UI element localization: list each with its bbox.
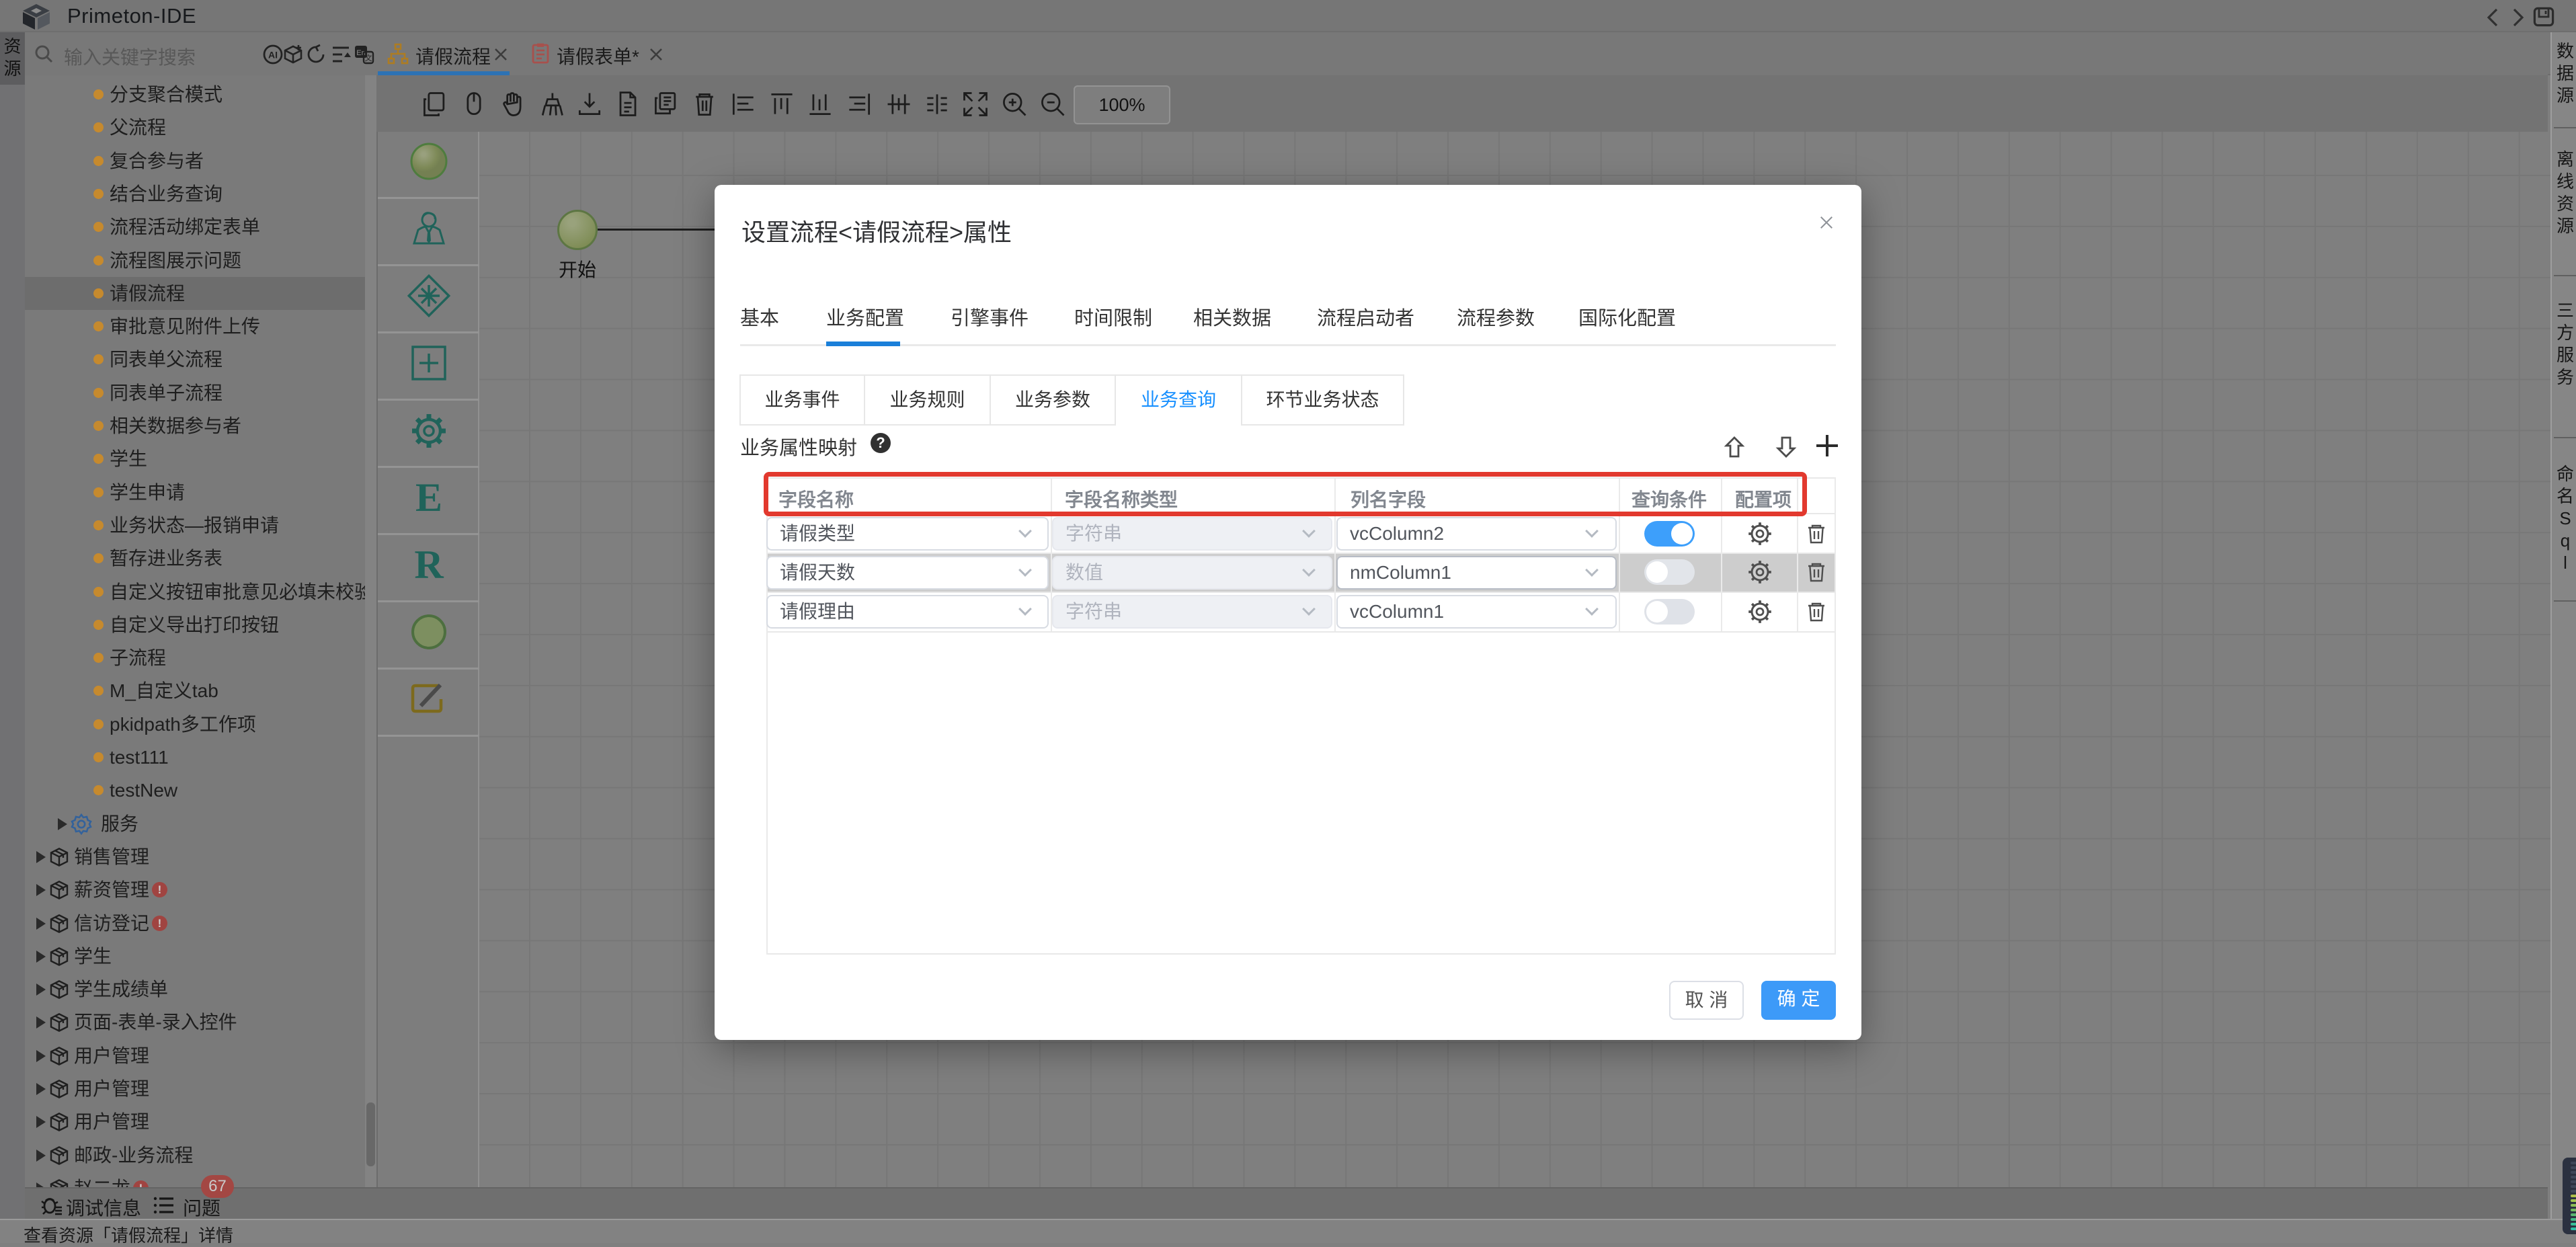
svg-text:AI: AI xyxy=(268,50,278,61)
svg-text:R: R xyxy=(414,542,444,587)
svg-text:文: 文 xyxy=(365,53,372,63)
svg-text:E: E xyxy=(415,475,442,520)
